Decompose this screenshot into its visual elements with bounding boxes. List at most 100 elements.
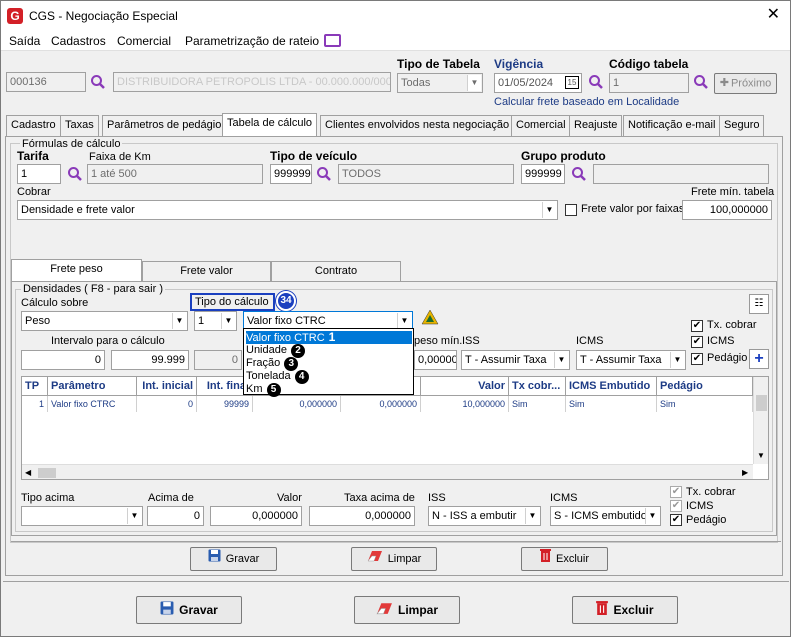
bottom-icms-label: ICMS <box>550 492 578 504</box>
tipo-acima-select[interactable]: ▼ <box>21 506 143 526</box>
tab-notificacao-email[interactable]: Notificação e-mail <box>623 115 721 136</box>
frete-faixas-label: Frete valor por faixas <box>581 203 685 215</box>
taxa-acima-label: Taxa acima de <box>344 492 415 504</box>
taxa-acima-field[interactable]: 0,000000 <box>309 506 415 526</box>
faixa-km-field[interactable]: 1 até 500 <box>87 164 263 184</box>
tab-clientes-envolvidos[interactable]: Clientes envolvidos nesta negociação <box>320 115 515 136</box>
option-valor-fixo-ctrc[interactable]: Valor fixo CTRC 1 <box>246 331 412 344</box>
subtab-contrato[interactable]: Contrato <box>271 261 401 282</box>
icms-select[interactable]: T - Assumir Taxa ▼ <box>576 350 686 370</box>
proximo-button[interactable]: ✚ Próximo <box>714 73 777 94</box>
tab-taxas[interactable]: Taxas <box>60 115 99 136</box>
search-icon[interactable] <box>693 74 709 90</box>
tipo-calculo-dropdown[interactable]: Valor fixo CTRC 1 Unidade 2 Fração 3 Tonela… <box>243 328 414 397</box>
pedagio-checkbox[interactable]: ✔ <box>691 353 703 365</box>
bottom-pedagio-checkbox[interactable]: ✔ <box>670 514 682 526</box>
grid-header-pedagio[interactable]: Pedágio <box>657 377 753 395</box>
codigo-tabela-field[interactable]: 1 <box>609 73 689 93</box>
scroll-thumb[interactable] <box>38 468 56 478</box>
search-icon[interactable] <box>90 74 106 90</box>
bottom-icms-checkbox[interactable]: ✔ <box>670 500 682 512</box>
intervalo-from-field[interactable]: 0 <box>21 350 105 370</box>
frete-min-field[interactable]: 100,000000 <box>682 200 772 220</box>
tab-parametros-pedagio[interactable]: Parâmetros de pedágio <box>102 115 227 136</box>
valor-field[interactable]: 0,000000 <box>210 506 302 526</box>
peso-min-field[interactable]: 0,000000 <box>414 350 457 370</box>
cell-int-inicial: 0 <box>137 396 197 412</box>
bottom-icms-select[interactable]: S - ICMS embutido ▼ <box>550 506 661 526</box>
subtab-frete-peso[interactable]: Frete peso <box>11 259 142 281</box>
bottom-tx-cobrar-checkbox[interactable]: ✔ <box>670 486 682 498</box>
grid-settings-icon[interactable]: ☷ <box>749 294 769 314</box>
acima-de-field[interactable]: 0 <box>147 506 204 526</box>
tarifa-field[interactable]: 1 <box>17 164 61 184</box>
grid-header-valor[interactable]: Valor <box>421 377 509 395</box>
add-icon[interactable]: + <box>749 349 769 369</box>
client-code-field[interactable]: 000136 <box>6 72 86 92</box>
frete-faixas-checkbox[interactable] <box>565 204 577 216</box>
cell-valor: 10,000000 <box>421 396 509 412</box>
subtab-frete-valor[interactable]: Frete valor <box>142 261 271 282</box>
frete-min-label: Frete mín. tabela <box>691 186 775 198</box>
menu-saida[interactable]: Saída <box>9 34 40 48</box>
grid-header-tx-cobrar[interactable]: Tx cobr... <box>509 377 566 395</box>
limpar-button[interactable]: Limpar <box>354 596 460 624</box>
cobrar-select[interactable]: Densidade e frete valor ▼ <box>17 200 558 220</box>
table-row[interactable]: 1 Valor fixo CTRC 0 99999 0,000000 0,000… <box>22 396 753 412</box>
client-name-field[interactable]: DISTRIBUIDORA PETROPOLIS LTDA - 00.000.0… <box>113 72 391 92</box>
search-icon[interactable] <box>588 74 604 90</box>
chevron-right-icon[interactable]: ▶ <box>742 468 748 477</box>
vertical-scrollbar[interactable]: ▼ <box>753 377 768 464</box>
bottom-iss-select[interactable]: N - ISS a embutir ▼ <box>428 506 541 526</box>
vigencia-date-field[interactable]: 01/05/2024 15 <box>494 73 582 93</box>
intervalo-extra-field[interactable]: 0 <box>194 350 242 370</box>
inner-limpar-button[interactable]: Limpar <box>351 547 437 571</box>
grid-header-tp[interactable]: TP <box>22 377 48 395</box>
excluir-button[interactable]: Excluir <box>572 596 678 624</box>
grupo-produto-name-field[interactable] <box>593 164 769 184</box>
tab-tabela-calculo[interactable]: Tabela de cálculo <box>222 113 318 137</box>
tab-reajuste[interactable]: Reajuste <box>569 115 623 136</box>
calc-small-select[interactable]: 1 ▼ <box>194 311 237 331</box>
monitor-icon[interactable] <box>324 34 341 47</box>
search-icon[interactable] <box>571 166 587 182</box>
grupo-produto-code-field[interactable]: 999999 <box>521 164 565 184</box>
inner-gravar-button[interactable]: Gravar <box>190 547 277 571</box>
calculo-sobre-select[interactable]: Peso ▼ <box>21 311 188 331</box>
close-icon[interactable]: ✕ <box>767 5 780 25</box>
iss-select[interactable]: T - Assumir Taxa ▼ <box>461 350 570 370</box>
tx-cobrar-checkbox[interactable]: ✔ <box>691 320 703 332</box>
gravar-button[interactable]: Gravar <box>136 596 242 624</box>
tab-comercial[interactable]: Comercial <box>511 115 571 136</box>
grid-header-int-inicial[interactable]: Int. inicial <box>137 377 197 395</box>
calc-frete-link[interactable]: Calcular frete baseado em Localidade <box>494 96 679 108</box>
tipo-veiculo-name-field[interactable]: TODOS <box>338 164 514 184</box>
icms-checkbox[interactable]: ✔ <box>691 336 703 348</box>
tab-cadastro[interactable]: Cadastro <box>6 115 61 136</box>
tipo-veiculo-code-field[interactable]: 999999 <box>270 164 312 184</box>
search-icon[interactable] <box>67 166 83 182</box>
scroll-thumb[interactable] <box>756 395 767 411</box>
inner-excluir-button[interactable]: Excluir <box>521 547 608 571</box>
option-tonelada[interactable]: Tonelada 4 <box>246 370 412 384</box>
menu-cadastros[interactable]: Cadastros <box>51 34 106 48</box>
warning-triangle-icon[interactable] <box>421 309 439 328</box>
menu-comercial[interactable]: Comercial <box>117 34 171 48</box>
option-unidade[interactable]: Unidade 2 <box>246 344 412 358</box>
grid-header-icms-embutido[interactable]: ICMS Embutido <box>566 377 657 395</box>
chevron-down-icon: ▼ <box>645 508 659 524</box>
grid-header-parametro[interactable]: Parâmetro <box>48 377 137 395</box>
chevron-down-icon[interactable]: ▼ <box>757 451 765 460</box>
option-km[interactable]: Km 5 <box>246 383 412 397</box>
grupo-produto-label: Grupo produto <box>521 149 606 163</box>
cobrar-value: Densidade e frete valor <box>21 204 135 216</box>
horizontal-scrollbar[interactable]: ◀ ▶ <box>22 464 753 479</box>
intervalo-to-field[interactable]: 99.999 <box>111 350 189 370</box>
tab-seguro[interactable]: Seguro <box>719 115 765 136</box>
option-fracao[interactable]: Fração 3 <box>246 357 412 371</box>
search-icon[interactable] <box>316 166 332 182</box>
chevron-left-icon[interactable]: ◀ <box>25 468 31 477</box>
calendar-icon[interactable]: 15 <box>565 76 579 89</box>
tipo-tabela-select[interactable]: Todas ▼ <box>397 73 483 93</box>
menu-parametrizacao-rateio[interactable]: Parametrização de rateio <box>185 34 319 48</box>
